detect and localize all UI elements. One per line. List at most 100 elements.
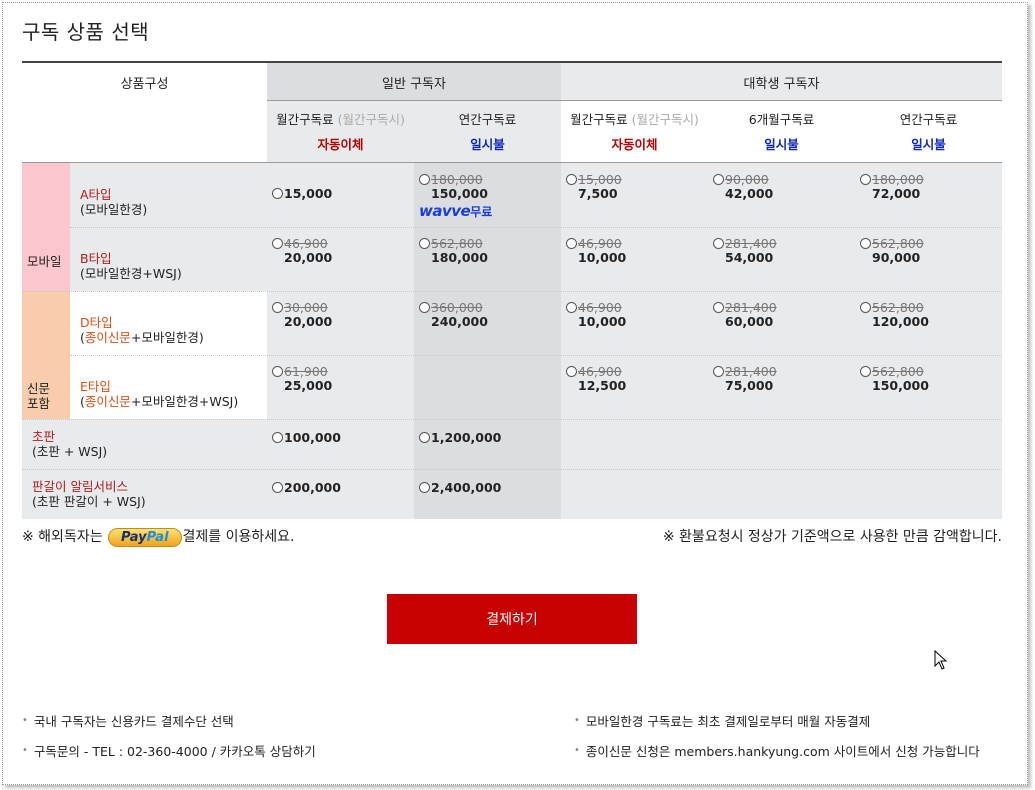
price-new: 7,500 — [578, 186, 618, 201]
radio-button[interactable] — [713, 238, 724, 249]
col-note: (월간구독시) — [337, 112, 405, 127]
option-a-c3[interactable]: 15,000 7,500 — [566, 173, 622, 201]
option-a-c1[interactable]: 15,000 — [272, 187, 332, 201]
col-name: 연간구독료 — [458, 112, 517, 127]
option-pangari-c1[interactable]: 200,000 — [272, 481, 341, 495]
option-d-c3[interactable]: 46,900 10,000 — [566, 301, 626, 329]
product-desc: (초판 판갈이 + WSJ) — [32, 494, 146, 509]
price-new: 12,500 — [578, 378, 627, 393]
radio-button[interactable] — [272, 482, 283, 493]
option-d-c2[interactable]: 360,000 240,000 — [419, 301, 488, 329]
option-b-c5[interactable]: 562,800 90,000 — [860, 237, 924, 265]
price-new: 2,400,000 — [431, 480, 502, 495]
price-old: 180,000 — [431, 172, 483, 187]
row-b-label: B타입 (모바일한경+WSJ) — [70, 227, 267, 281]
price-new: 42,000 — [725, 186, 774, 201]
product-desc: (모바일한경) — [80, 202, 148, 217]
col4-header: 6개월구독료 일시불 — [708, 101, 855, 157]
radio-button[interactable] — [419, 174, 430, 185]
price-new: 120,000 — [872, 314, 929, 329]
radio-button[interactable] — [419, 302, 430, 313]
radio-button[interactable] — [419, 238, 430, 249]
wavve-logo: wavve — [419, 202, 471, 220]
radio-button[interactable] — [713, 366, 724, 377]
option-a-c2[interactable]: 180,000 150,000 wavve무료 — [419, 173, 492, 219]
overseas-note: ※ 해외독자는 PayPal 결제를 이용하세요. — [22, 526, 294, 547]
divider — [22, 469, 1002, 470]
col-pay-type: 일시불 — [470, 137, 505, 152]
product-name: E타입 — [80, 379, 111, 394]
paypal-button[interactable]: PayPal — [108, 527, 182, 547]
price-old: 46,900 — [284, 236, 328, 251]
option-a-c5[interactable]: 180,000 72,000 — [860, 173, 924, 201]
option-d-c1[interactable]: 30,000 20,000 — [272, 301, 332, 329]
radio-button[interactable] — [860, 366, 871, 377]
col-pay-type: 일시불 — [911, 137, 946, 152]
footer-item: • 구독문의 - TEL : 02-360-4000 / 카카오톡 상담하기 — [22, 741, 316, 760]
bullet-icon: • — [22, 745, 28, 756]
option-e-c3[interactable]: 46,900 12,500 — [566, 365, 626, 393]
group-label-line: 포함 — [27, 396, 51, 411]
price-new: 25,000 — [284, 378, 333, 393]
product-name: 초판 — [32, 429, 56, 444]
price-new: 20,000 — [284, 250, 333, 265]
radio-button[interactable] — [419, 432, 430, 443]
col5-header: 연간구독료 일시불 — [855, 101, 1002, 157]
option-e-c4[interactable]: 281,400 75,000 — [713, 365, 777, 393]
option-chopan-c1[interactable]: 100,000 — [272, 431, 341, 445]
option-b-c4[interactable]: 281,400 54,000 — [713, 237, 777, 265]
note-prefix: ※ 해외독자는 — [22, 529, 103, 545]
radio-button[interactable] — [566, 302, 577, 313]
radio-button[interactable] — [566, 366, 577, 377]
radio-button[interactable] — [860, 174, 871, 185]
footer-item: • 국내 구독자는 신용카드 결제수단 선택 — [22, 711, 234, 730]
price-new: 60,000 — [725, 314, 774, 329]
col-name: 6개월구독료 — [748, 112, 815, 127]
radio-button[interactable] — [566, 174, 577, 185]
radio-button[interactable] — [272, 238, 283, 249]
radio-button[interactable] — [860, 238, 871, 249]
radio-button[interactable] — [713, 302, 724, 313]
note-suffix: 결제를 이용하세요. — [182, 529, 295, 545]
price-new: 100,000 — [284, 430, 341, 445]
radio-button[interactable] — [713, 174, 724, 185]
mobile-group-bg — [22, 163, 70, 291]
row-d-label: D타입 (종이신문+모바일한경) — [70, 291, 267, 345]
option-b-c1[interactable]: 46,900 20,000 — [272, 237, 332, 265]
price-old: 61,900 — [284, 364, 328, 379]
price-new: 75,000 — [725, 378, 774, 393]
footer-text[interactable]: 구독문의 - TEL : 02-360-4000 / 카카오톡 상담하기 — [34, 744, 316, 759]
option-chopan-c2[interactable]: 1,200,000 — [419, 431, 501, 445]
price-new: 1,200,000 — [431, 430, 502, 445]
option-d-c4[interactable]: 281,400 60,000 — [713, 301, 777, 329]
option-b-c2[interactable]: 562,800 180,000 — [419, 237, 488, 265]
option-e-c1[interactable]: 61,900 25,000 — [272, 365, 332, 393]
radio-button[interactable] — [272, 302, 283, 313]
option-d-c5[interactable]: 562,800 120,000 — [860, 301, 929, 329]
radio-button[interactable] — [272, 432, 283, 443]
radio-button[interactable] — [419, 482, 430, 493]
product-desc-paper: 종이신문 — [84, 394, 131, 409]
footer-item: • 종이신문 신청은 members.hankyung.com 사이트에서 신청 … — [574, 741, 980, 760]
radio-button[interactable] — [860, 302, 871, 313]
option-b-c3[interactable]: 46,900 10,000 — [566, 237, 626, 265]
product-desc: (모바일한경+WSJ) — [80, 266, 182, 281]
page-title: 구독 상품 선택 — [22, 20, 150, 44]
col-pay-type: 자동이체 — [317, 137, 364, 152]
wavve-badge: wavve무료 — [419, 201, 492, 220]
product-desc-paper: 종이신문 — [84, 330, 131, 345]
price-new: 90,000 — [872, 250, 921, 265]
option-pangari-c2[interactable]: 2,400,000 — [419, 481, 501, 495]
footer-text[interactable]: 종이신문 신청은 members.hankyung.com 사이트에서 신청 가… — [586, 744, 980, 759]
option-e-c5[interactable]: 562,800 150,000 — [860, 365, 929, 393]
price-old: 15,000 — [578, 172, 622, 187]
radio-button[interactable] — [272, 188, 283, 199]
col-name: 월간구독료 — [276, 112, 334, 127]
radio-button[interactable] — [566, 238, 577, 249]
group-label-line: 신문 — [27, 381, 51, 396]
general-group-header: 일반 구독자 — [382, 76, 446, 92]
pay-button[interactable]: 결제하기 — [387, 594, 637, 644]
option-a-c4[interactable]: 90,000 42,000 — [713, 173, 773, 201]
group-label-paper: 신문 포함 — [27, 381, 50, 411]
radio-button[interactable] — [272, 366, 283, 377]
